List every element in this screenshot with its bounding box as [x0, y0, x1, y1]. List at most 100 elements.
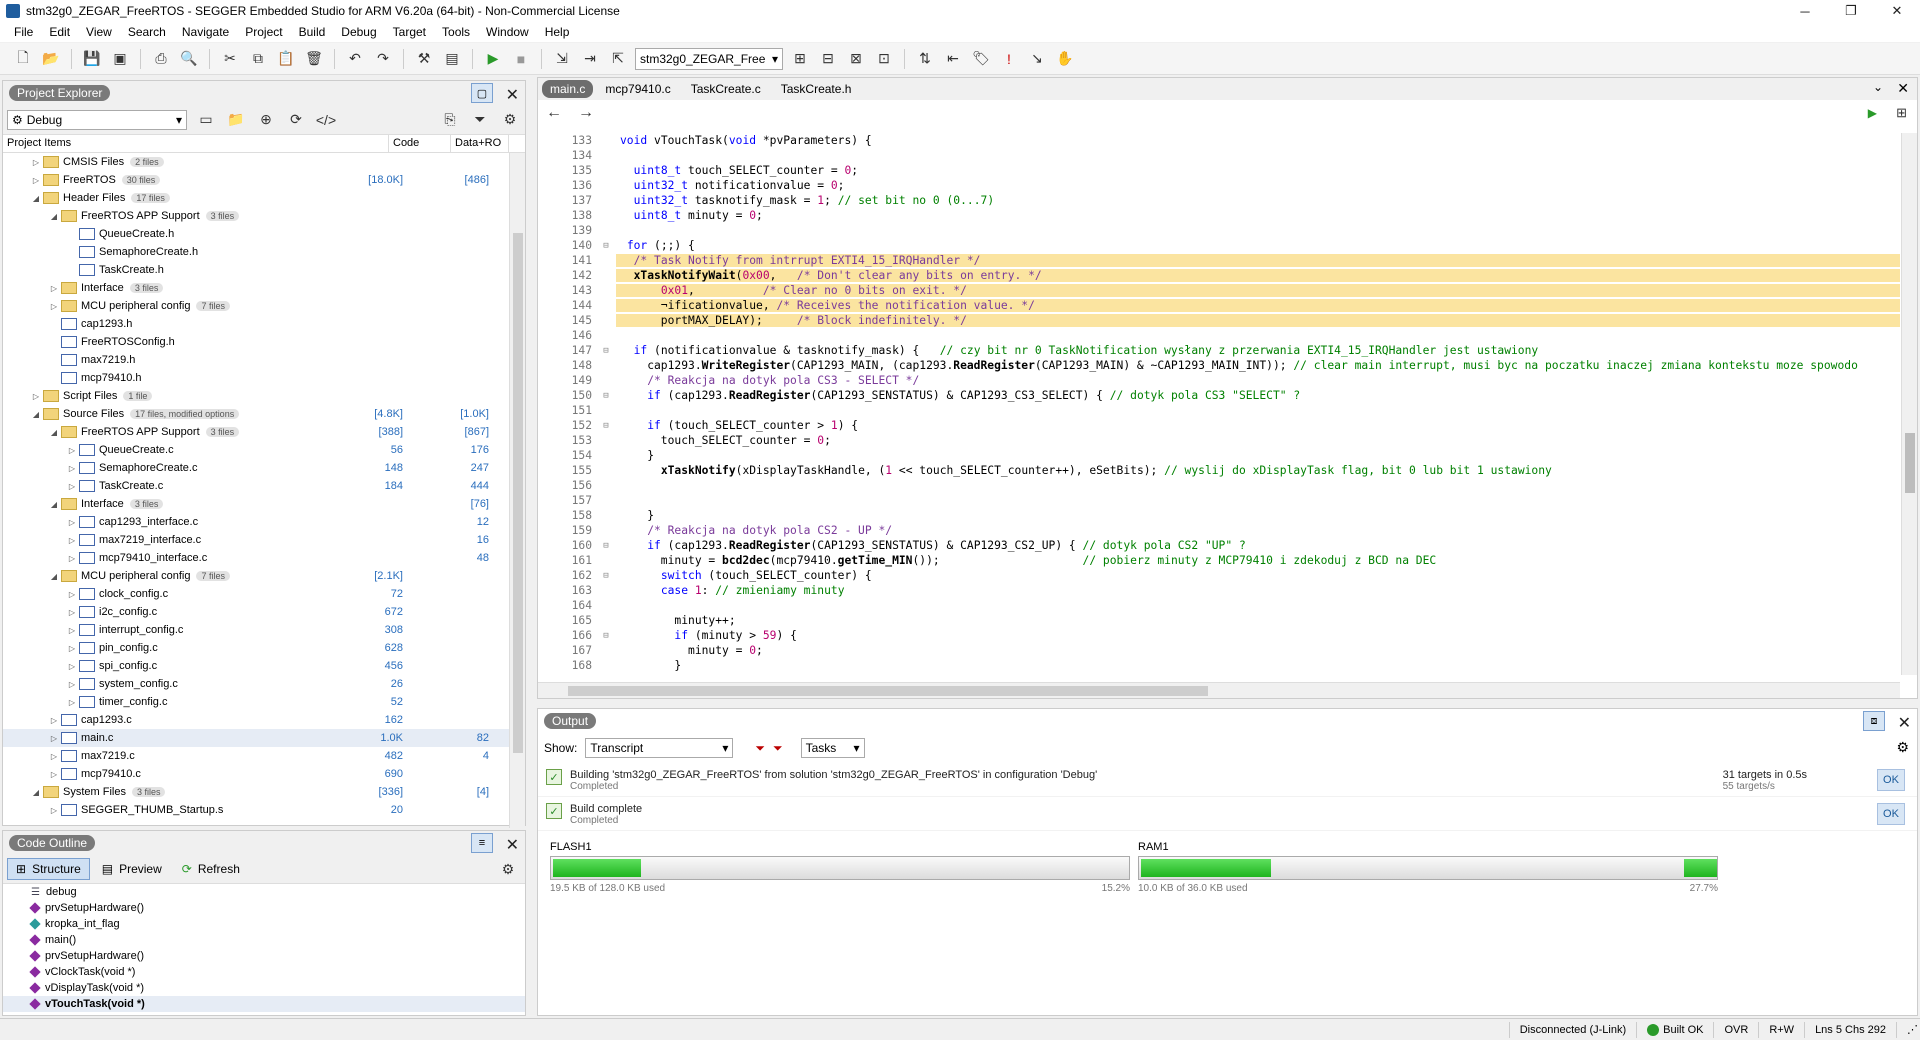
- code-line[interactable]: 156: [538, 478, 1900, 493]
- save-all-icon[interactable]: ▣: [109, 48, 131, 70]
- close-tab-icon[interactable]: ✕: [1897, 80, 1909, 97]
- tree-row[interactable]: ▷ mcp79410.c 690: [3, 765, 525, 783]
- print-preview-icon[interactable]: 🔍: [178, 48, 200, 70]
- code-line[interactable]: 146: [538, 328, 1900, 343]
- tree-row[interactable]: ▷ FreeRTOS 30 files [18.0K] [486]: [3, 171, 525, 189]
- menu-edit[interactable]: Edit: [41, 22, 78, 42]
- output-entry[interactable]: ✓ Build complete Completed OK: [538, 797, 1917, 831]
- open-file-icon[interactable]: 📂: [40, 48, 62, 70]
- code-line[interactable]: 133 void vTouchTask(void *pvParameters) {: [538, 133, 1900, 148]
- code-line[interactable]: 148 cap1293.WriteRegister(CAP1293_MAIN, …: [538, 358, 1900, 373]
- run-icon[interactable]: ▶: [1868, 106, 1877, 120]
- tree-row[interactable]: ▷ CMSIS Files 2 files: [3, 153, 525, 171]
- tree-row[interactable]: ◢ Interface 3 files [76]: [3, 495, 525, 513]
- properties-icon[interactable]: ▭: [195, 109, 217, 131]
- tree-row[interactable]: ▷ SEGGER_THUMB_Startup.s 20: [3, 801, 525, 819]
- code-line[interactable]: 135 uint8_t touch_SELECT_counter = 0;: [538, 163, 1900, 178]
- filter-warnings-icon[interactable]: ⏷: [773, 741, 783, 756]
- code-line[interactable]: 152 ⊟ if (touch_SELECT_counter > 1) {: [538, 418, 1900, 433]
- code-line[interactable]: 145 portMAX_DELAY); /* Block indefinitel…: [538, 313, 1900, 328]
- outline-item[interactable]: vTouchTask(void *): [3, 996, 525, 1012]
- menu-navigate[interactable]: Navigate: [174, 22, 237, 42]
- tree-row[interactable]: ▷ cap1293.c 162: [3, 711, 525, 729]
- expand-arrow-icon[interactable]: ▷: [47, 716, 61, 725]
- filter-icon[interactable]: ⏷: [469, 109, 491, 131]
- expand-arrow-icon[interactable]: ▷: [65, 482, 79, 491]
- build-status[interactable]: Built OK: [1636, 1021, 1713, 1038]
- filter-errors-icon[interactable]: ⏷: [755, 741, 765, 756]
- tree-row[interactable]: ◢ MCU peripheral config 7 files [2.1K]: [3, 567, 525, 585]
- tree-scrollbar[interactable]: [509, 153, 525, 828]
- expand-arrow-icon[interactable]: ▷: [47, 806, 61, 815]
- menu-target[interactable]: Target: [385, 22, 434, 42]
- tree-row[interactable]: SemaphoreCreate.h: [3, 243, 525, 261]
- expand-arrow-icon[interactable]: ◢: [29, 788, 43, 797]
- expand-arrow-icon[interactable]: ◢: [29, 410, 43, 419]
- expand-arrow-icon[interactable]: ▷: [65, 698, 79, 707]
- fold-toggle-icon[interactable]: ⊟: [596, 541, 616, 551]
- code-line[interactable]: 151: [538, 403, 1900, 418]
- bookmark-icon[interactable]: ⊞: [789, 48, 811, 70]
- minimize-button[interactable]: ─: [1782, 0, 1828, 22]
- tree-row[interactable]: cap1293.h: [3, 315, 525, 333]
- code-line[interactable]: 160 ⊟ if (cap1293.ReadRegister(CAP1293_SE…: [538, 538, 1900, 553]
- expand-arrow-icon[interactable]: ▷: [47, 284, 61, 293]
- view-options-icon[interactable]: ⎘: [439, 109, 461, 131]
- expand-arrow-icon[interactable]: ▷: [29, 158, 43, 167]
- tree-row[interactable]: TaskCreate.h: [3, 261, 525, 279]
- fold-toggle-icon[interactable]: ⊟: [596, 391, 616, 401]
- code-line[interactable]: 169: [538, 673, 1900, 675]
- target-combo[interactable]: stm32g0_ZEGAR_Free ▾: [635, 47, 783, 70]
- menu-file[interactable]: File: [6, 22, 41, 42]
- code-line[interactable]: 165 minuty++;: [538, 613, 1900, 628]
- ok-button[interactable]: OK: [1877, 769, 1905, 791]
- fold-toggle-icon[interactable]: ⊟: [596, 421, 616, 431]
- start-debug-icon[interactable]: ▶: [482, 48, 504, 70]
- tree-row[interactable]: mcp79410.h: [3, 369, 525, 387]
- expand-arrow-icon[interactable]: ▷: [47, 770, 61, 779]
- tree-row[interactable]: ▷ mcp79410_interface.c 48: [3, 549, 525, 567]
- tree-row[interactable]: ▷ Script Files 1 file: [3, 387, 525, 405]
- settings-icon[interactable]: ⚙: [499, 109, 521, 131]
- maximize-button[interactable]: ❐: [1828, 0, 1874, 22]
- tree-row[interactable]: ▷ Interface 3 files: [3, 279, 525, 297]
- show-combo[interactable]: Transcript ▾: [585, 738, 734, 758]
- expand-arrow-icon[interactable]: ▷: [65, 644, 79, 653]
- tree-row[interactable]: ◢ FreeRTOS APP Support 3 files: [3, 207, 525, 225]
- close-panel-icon[interactable]: ✕: [506, 835, 519, 855]
- back-icon[interactable]: ←: [546, 104, 562, 122]
- code-line[interactable]: 167 minuty = 0;: [538, 643, 1900, 658]
- tree-row[interactable]: ◢ Source Files 17 files, modified options […: [3, 405, 525, 423]
- expand-arrow-icon[interactable]: ▷: [29, 392, 43, 401]
- cut-icon[interactable]: ✂: [219, 48, 241, 70]
- expand-arrow-icon[interactable]: ▷: [65, 464, 79, 473]
- tab-mcp79410-c[interactable]: mcp79410.c: [597, 80, 678, 98]
- code-line[interactable]: 158 }: [538, 508, 1900, 523]
- tasks-combo[interactable]: Tasks ▾: [800, 738, 865, 758]
- tree-row[interactable]: ▷ pin_config.c 628: [3, 639, 525, 657]
- tab-taskcreate-h[interactable]: TaskCreate.h: [773, 80, 860, 98]
- connection-status[interactable]: Disconnected (J-Link): [1508, 1021, 1636, 1038]
- code-line[interactable]: 138 uint8_t minuty = 0;: [538, 208, 1900, 223]
- tree-row[interactable]: ▷ i2c_config.c 672: [3, 603, 525, 621]
- column-items[interactable]: Project Items: [3, 135, 389, 152]
- hand-icon[interactable]: ✋: [1054, 48, 1076, 70]
- code-line[interactable]: 164: [538, 598, 1900, 613]
- fold-toggle-icon[interactable]: ⊟: [596, 631, 616, 641]
- refresh-button[interactable]: ⟳ Refresh: [174, 858, 248, 880]
- tree-row[interactable]: FreeRTOSConfig.h: [3, 333, 525, 351]
- outline-item[interactable]: kropka_int_flag: [3, 916, 525, 932]
- expand-arrow-icon[interactable]: ◢: [47, 572, 61, 581]
- menu-build[interactable]: Build: [291, 22, 334, 42]
- outline-item[interactable]: ☰ debug: [3, 884, 525, 900]
- editor-vertical-scrollbar[interactable]: [1901, 133, 1917, 675]
- expand-arrow-icon[interactable]: ▷: [65, 518, 79, 527]
- expand-arrow-icon[interactable]: ▷: [65, 446, 79, 455]
- expand-arrow-icon[interactable]: ▷: [47, 734, 61, 743]
- tree-row[interactable]: max7219.h: [3, 351, 525, 369]
- code-line[interactable]: 157: [538, 493, 1900, 508]
- tree-row[interactable]: ▷ cap1293_interface.c 12: [3, 513, 525, 531]
- code-area[interactable]: 133 void vTouchTask(void *pvParameters) {…: [538, 133, 1900, 675]
- code-line[interactable]: 137 uint32_t tasknotify_mask = 1; // set…: [538, 193, 1900, 208]
- scroll-thumb[interactable]: [1905, 433, 1915, 493]
